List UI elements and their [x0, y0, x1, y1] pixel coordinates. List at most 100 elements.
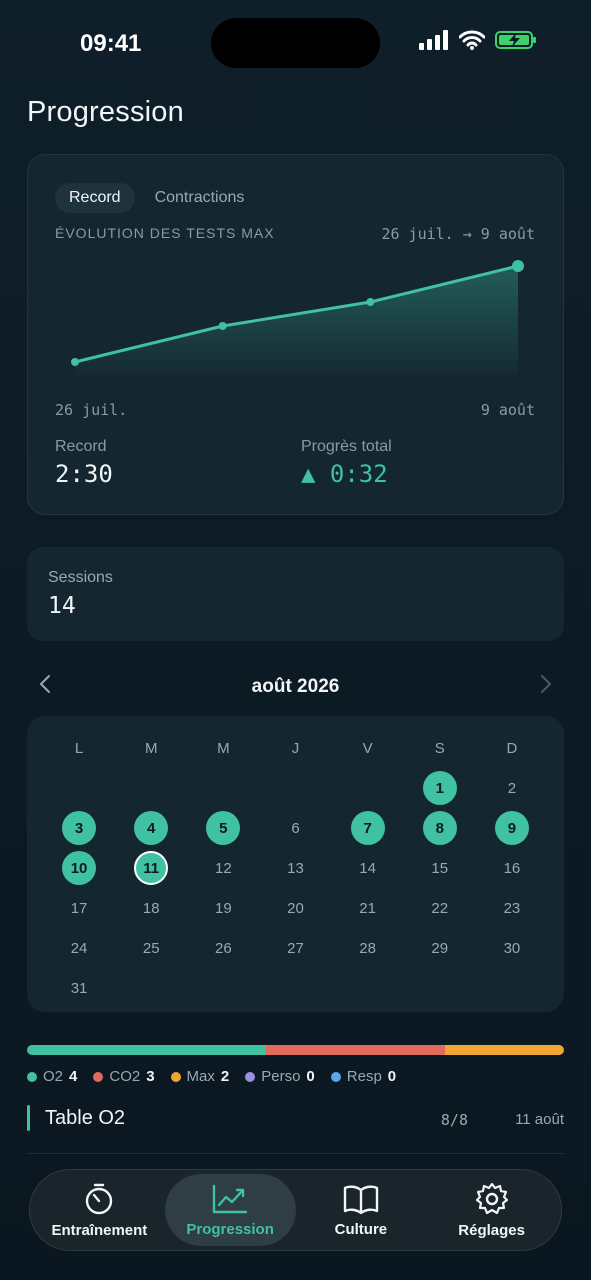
- calendar-day-cell[interactable]: 30: [476, 928, 548, 968]
- signal-icon: [419, 30, 448, 50]
- calendar-day-cell[interactable]: 14: [332, 848, 404, 888]
- calendar-day-cell[interactable]: 12: [187, 848, 259, 888]
- calendar-day[interactable]: 22: [423, 891, 457, 925]
- calendar-day-cell[interactable]: 28: [332, 928, 404, 968]
- chart-data-point[interactable]: [218, 322, 227, 330]
- x-axis-start-label: 26 juil.: [55, 401, 128, 419]
- calendar-day[interactable]: 9: [494, 811, 529, 845]
- calendar-empty-cell: [187, 768, 259, 808]
- calendar-day[interactable]: 21: [351, 891, 385, 925]
- chart-data-point[interactable]: [512, 260, 524, 272]
- calendar-day[interactable]: 11: [134, 851, 169, 885]
- legend-count: 4: [69, 1068, 78, 1085]
- legend-item: Resp 0: [330, 1068, 396, 1085]
- calendar-day[interactable]: 16: [495, 851, 529, 885]
- legend-label: Max: [186, 1068, 215, 1085]
- legend-item: Max 2: [170, 1068, 229, 1085]
- progress-value: ▲ 0:32: [301, 460, 388, 488]
- calendar-day[interactable]: 23: [495, 891, 529, 925]
- calendar-day-cell[interactable]: 25: [115, 928, 187, 968]
- calendar-day-cell[interactable]: 5: [187, 808, 259, 848]
- calendar-day[interactable]: 19: [206, 891, 240, 925]
- calendar-day[interactable]: 12: [206, 851, 240, 885]
- legend-label: CO2: [109, 1068, 141, 1085]
- weekday-header: V: [362, 739, 373, 757]
- record-label: Record: [55, 438, 107, 455]
- tab-label: Réglages: [458, 1221, 525, 1239]
- calendar-day-cell[interactable]: 10: [43, 848, 115, 888]
- calendar-day[interactable]: 3: [62, 811, 97, 845]
- tab-reglages[interactable]: Réglages: [426, 1174, 557, 1246]
- calendar-day-cell[interactable]: 18: [115, 888, 187, 928]
- calendar-day[interactable]: 31: [62, 971, 96, 1005]
- calendar-day[interactable]: 10: [62, 851, 97, 885]
- tab-record[interactable]: Record: [55, 183, 135, 213]
- page-title: Progression: [27, 96, 184, 128]
- calendar-day-cell[interactable]: 22: [404, 888, 476, 928]
- calendar-day[interactable]: 24: [62, 931, 96, 965]
- calendar-day-cell[interactable]: 19: [187, 888, 259, 928]
- distribution-segment: [265, 1045, 445, 1055]
- calendar-day[interactable]: 4: [134, 811, 169, 845]
- calendar-day[interactable]: 8: [422, 811, 457, 845]
- sessions-card: Sessions 14: [27, 547, 564, 641]
- calendar-day-cell[interactable]: 2: [476, 768, 548, 808]
- calendar-day[interactable]: 2: [495, 771, 529, 805]
- calendar-day-cell[interactable]: 31: [43, 968, 115, 1008]
- calendar-day-cell[interactable]: 24: [43, 928, 115, 968]
- calendar-day[interactable]: 29: [423, 931, 457, 965]
- chart-segmented-control: Record Contractions: [55, 183, 258, 213]
- tab-entrainement[interactable]: Entraînement: [34, 1174, 165, 1246]
- calendar-empty-cell: [332, 768, 404, 808]
- calendar-day[interactable]: 13: [278, 851, 312, 885]
- calendar-day-cell[interactable]: 20: [259, 888, 331, 928]
- tab-label: Progression: [186, 1220, 274, 1238]
- calendar-day-cell[interactable]: 11: [115, 848, 187, 888]
- calendar-day[interactable]: 18: [134, 891, 168, 925]
- tab-bar: Entraînement Progression Culture Réglage…: [29, 1169, 562, 1251]
- calendar-day-cell[interactable]: 13: [259, 848, 331, 888]
- chart-data-point[interactable]: [366, 298, 375, 306]
- calendar-day[interactable]: 17: [62, 891, 96, 925]
- calendar-day[interactable]: 14: [351, 851, 385, 885]
- calendar-day-cell[interactable]: 8: [404, 808, 476, 848]
- calendar-day-cell[interactable]: 15: [404, 848, 476, 888]
- calendar-day-cell[interactable]: 29: [404, 928, 476, 968]
- legend-label: O2: [43, 1068, 64, 1085]
- legend-dot: [330, 1071, 341, 1082]
- calendar-day-cell[interactable]: 23: [476, 888, 548, 928]
- chart-icon: [212, 1184, 248, 1213]
- chevron-right-icon[interactable]: [540, 674, 552, 700]
- calendar-day[interactable]: 15: [423, 851, 457, 885]
- calendar-day-cell[interactable]: 7: [332, 808, 404, 848]
- calendar-day-cell[interactable]: 26: [187, 928, 259, 968]
- tab-progression[interactable]: Progression: [164, 1174, 296, 1246]
- session-list-item[interactable]: Table O2 8/8 11 août: [27, 1105, 564, 1161]
- calendar-day[interactable]: 25: [134, 931, 168, 965]
- calendar-day[interactable]: 5: [206, 811, 241, 845]
- calendar-day[interactable]: 28: [351, 931, 385, 965]
- calendar-day-cell[interactable]: 3: [43, 808, 115, 848]
- calendar-day[interactable]: 20: [278, 891, 312, 925]
- calendar-day-cell[interactable]: 6: [259, 808, 331, 848]
- calendar-day[interactable]: 26: [206, 931, 240, 965]
- calendar-day-cell[interactable]: 17: [43, 888, 115, 928]
- chart-section-label: ÉVOLUTION DES TESTS MAX: [55, 225, 275, 241]
- calendar-day[interactable]: 7: [350, 811, 385, 845]
- calendar-day[interactable]: 30: [495, 931, 529, 965]
- chart-data-point[interactable]: [71, 358, 79, 366]
- distribution-segment: [444, 1045, 564, 1055]
- session-score: 8/8: [440, 1111, 468, 1129]
- calendar-day[interactable]: 1: [422, 771, 457, 805]
- calendar-day-cell[interactable]: 1: [404, 768, 476, 808]
- calendar-day-cell[interactable]: 9: [476, 808, 548, 848]
- calendar-day-cell[interactable]: 21: [332, 888, 404, 928]
- tab-contractions[interactable]: Contractions: [141, 183, 259, 213]
- tab-culture[interactable]: Culture: [296, 1174, 427, 1246]
- calendar-day-cell[interactable]: 16: [476, 848, 548, 888]
- session-title: Table O2: [45, 1107, 126, 1129]
- calendar-day-cell[interactable]: 27: [259, 928, 331, 968]
- calendar-day[interactable]: 6: [278, 811, 312, 845]
- calendar-day-cell[interactable]: 4: [115, 808, 187, 848]
- calendar-day[interactable]: 27: [278, 931, 312, 965]
